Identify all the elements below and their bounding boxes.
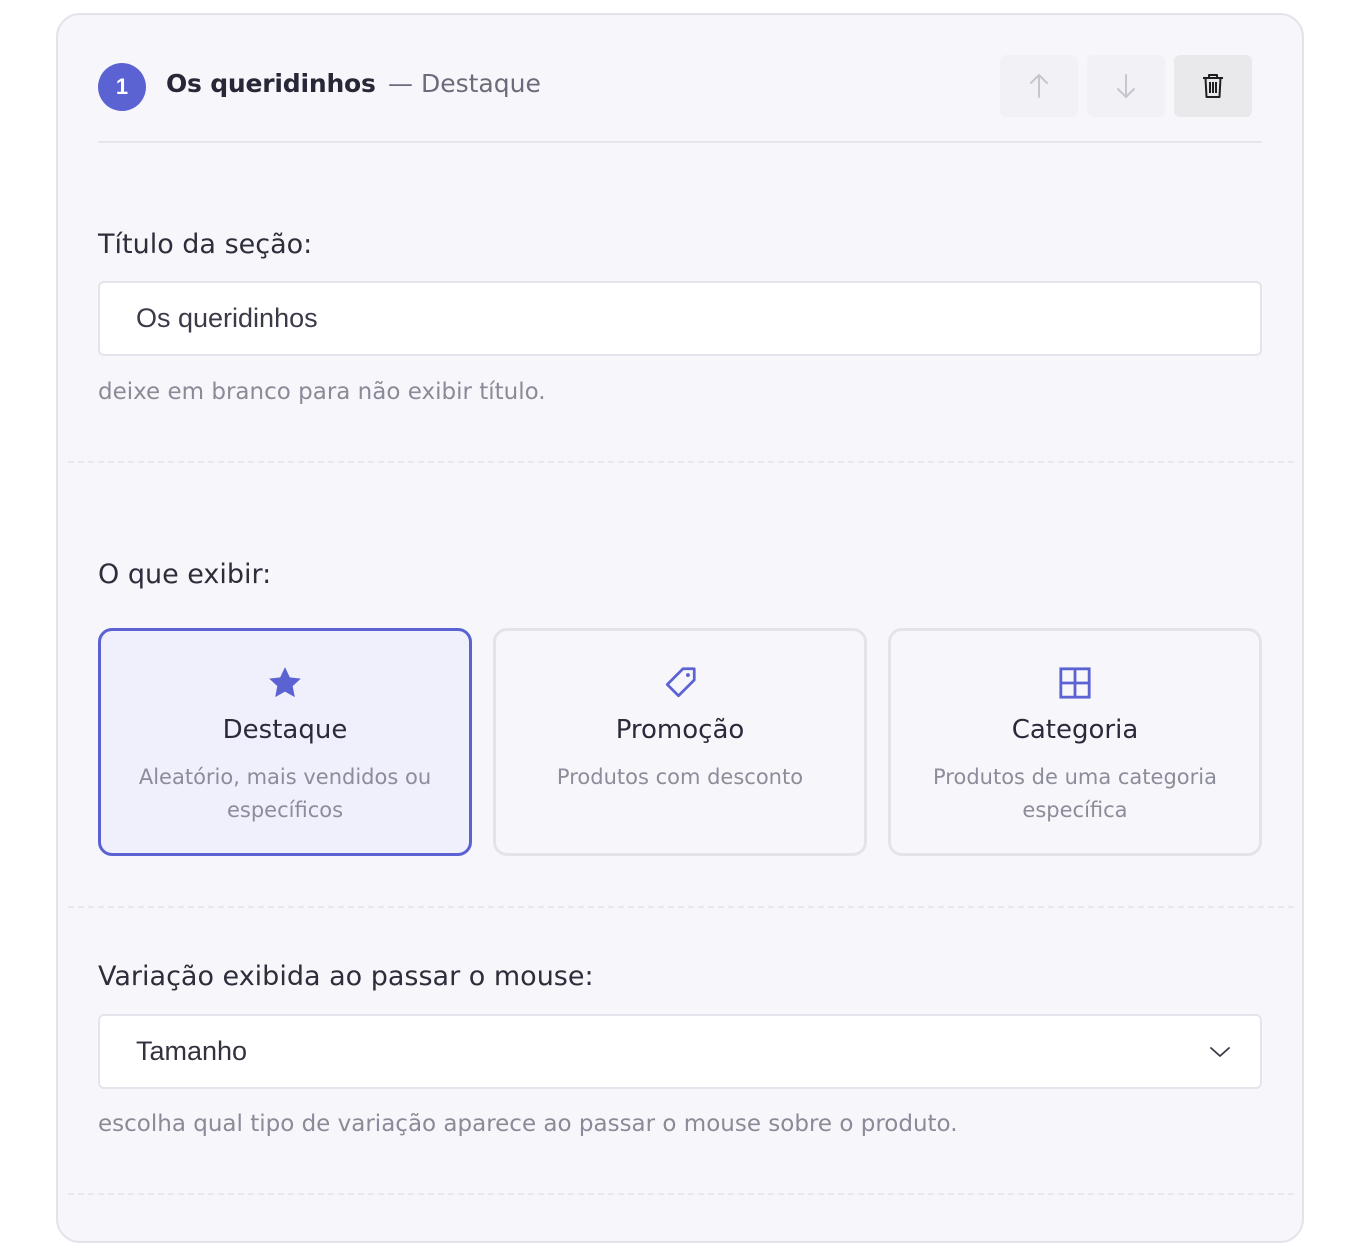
trash-icon (1203, 74, 1223, 98)
section-title: Os queridinhos (166, 69, 376, 98)
delete-section-button[interactable] (1174, 55, 1252, 117)
display-label: O que exibir: (98, 559, 272, 590)
title-field-label: Título da seção: (98, 229, 313, 260)
move-up-button[interactable] (1000, 55, 1078, 117)
option-title: Categoria (1011, 715, 1139, 745)
option-description: Produtos com desconto (556, 765, 804, 789)
option-description: Produtos de uma categoria específica (933, 765, 1217, 822)
move-down-button[interactable] (1087, 55, 1165, 117)
arrow-up-icon (1030, 74, 1048, 98)
arrow-down-icon (1117, 74, 1135, 98)
title-field-help: deixe em branco para não exibir título. (98, 379, 546, 405)
section-card: 1 Os queridinhos — Destaque Título da se… (56, 13, 1304, 1243)
option-title: Promoção (615, 715, 745, 745)
section-header: 1 Os queridinhos — Destaque (98, 55, 1262, 143)
option-categoria[interactable]: Categoria Produtos de uma categoria espe… (888, 628, 1262, 856)
divider (68, 906, 1294, 908)
option-description: Aleatório, mais vendidos ou específicos (138, 765, 432, 822)
tag-icon (665, 667, 696, 698)
star-icon (269, 667, 301, 698)
divider (68, 461, 1294, 463)
grid-icon (1059, 667, 1091, 699)
step-number-badge: 1 (98, 63, 146, 111)
variation-label: Variação exibida ao passar o mouse: (98, 961, 594, 992)
variation-select[interactable]: Tamanho (98, 1014, 1262, 1089)
chevron-down-icon (1210, 1047, 1230, 1057)
option-destaque[interactable]: Destaque Aleatório, mais vendidos ou esp… (98, 628, 472, 856)
option-promocao[interactable]: Promoção Produtos com desconto (493, 628, 867, 856)
variation-help: escolha qual tipo de variação aparece ao… (98, 1111, 958, 1137)
section-type-label: — Destaque (388, 69, 541, 98)
variation-selected-value: Tamanho (136, 1036, 248, 1066)
section-title-input[interactable]: Os queridinhos (98, 281, 1262, 356)
option-title: Destaque (222, 715, 348, 745)
divider (68, 1193, 1294, 1195)
